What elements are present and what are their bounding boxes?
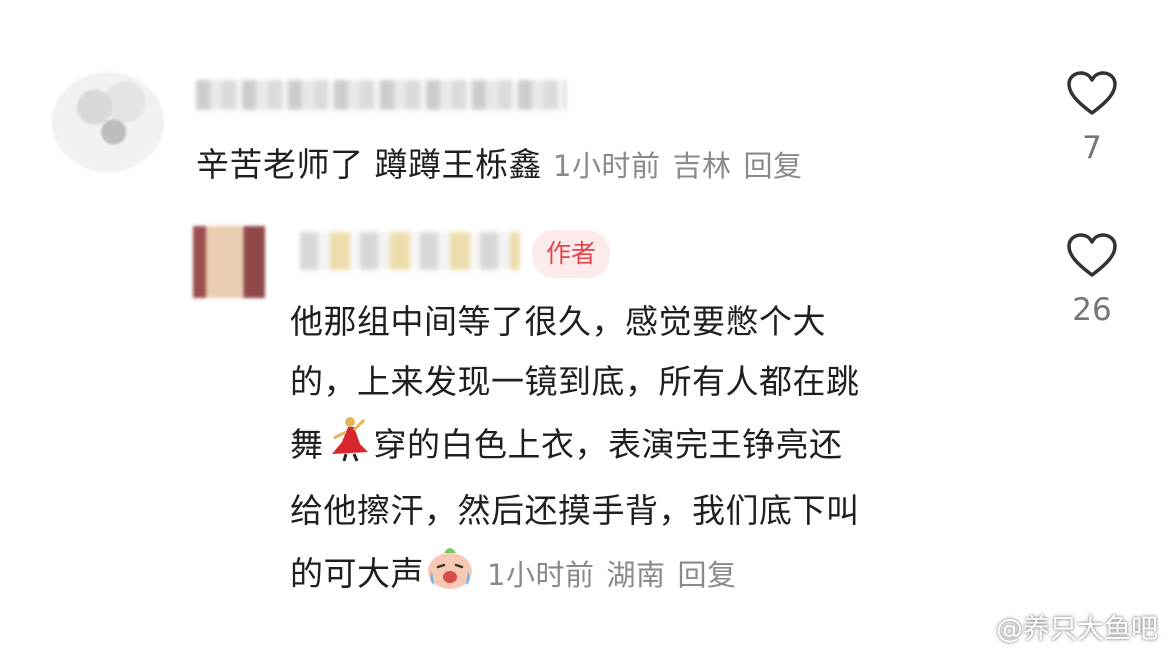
like-count: 7 [1082, 130, 1102, 166]
reply-meta: 1小时前 湖南 回复 [487, 558, 748, 592]
dancer-emoji-icon [324, 412, 374, 481]
avatar[interactable] [193, 226, 265, 298]
reply-text: 他那组中间等了很久，感觉要憋个大 的，上来发现一镜到底，所有人都在跳 舞 穿的白… [290, 292, 1010, 610]
avatar[interactable] [52, 72, 164, 172]
reply-line-prefix: 舞 [290, 425, 324, 464]
like-count: 26 [1072, 292, 1112, 328]
heart-icon [1067, 71, 1117, 115]
like-button[interactable]: 26 [1062, 232, 1122, 328]
reply-time: 1小时前 [487, 558, 595, 592]
comment-row: 辛苦老师了 蹲蹲王栎鑫 1小时前 吉林 回复 [196, 138, 814, 186]
watermark-text: @养只大鱼吧 [996, 614, 1158, 645]
weibo-icon [956, 613, 992, 648]
reply-line: 给他擦汗，然后还摸手背，我们底下叫 [290, 491, 860, 530]
username-blurred[interactable] [196, 80, 566, 110]
reply-line-text: 的可大声 [290, 554, 424, 593]
reply-button[interactable]: 回复 [677, 558, 736, 592]
comment-time: 1小时前 [553, 149, 661, 183]
comment-text: 辛苦老师了 蹲蹲王栎鑫 [196, 145, 542, 184]
crying-laughing-emoji-icon [424, 541, 476, 610]
author-badge: 作者 [532, 230, 611, 278]
reply-line-rest: 穿的白色上衣，表演完王铮亮还 [373, 425, 843, 464]
reply-line: 他那组中间等了很久，感觉要憋个大 [290, 302, 826, 341]
comment-meta: 1小时前 吉林 回复 [553, 149, 814, 183]
comment-location: 吉林 [672, 149, 732, 183]
reply-button[interactable]: 回复 [743, 149, 802, 183]
reply-line: 的，上来发现一镜到底，所有人都在跳 [290, 362, 860, 401]
reply-line: 的可大声 1小时前 湖南 回复 [290, 541, 1010, 610]
username-blurred[interactable] [300, 232, 520, 270]
reply-location: 湖南 [606, 558, 666, 592]
like-button[interactable]: 7 [1062, 70, 1122, 166]
watermark: @养只大鱼吧 [956, 607, 1158, 648]
heart-icon [1067, 233, 1117, 277]
reply-line: 舞 穿的白色上衣，表演完王铮亮还 [290, 412, 1010, 481]
